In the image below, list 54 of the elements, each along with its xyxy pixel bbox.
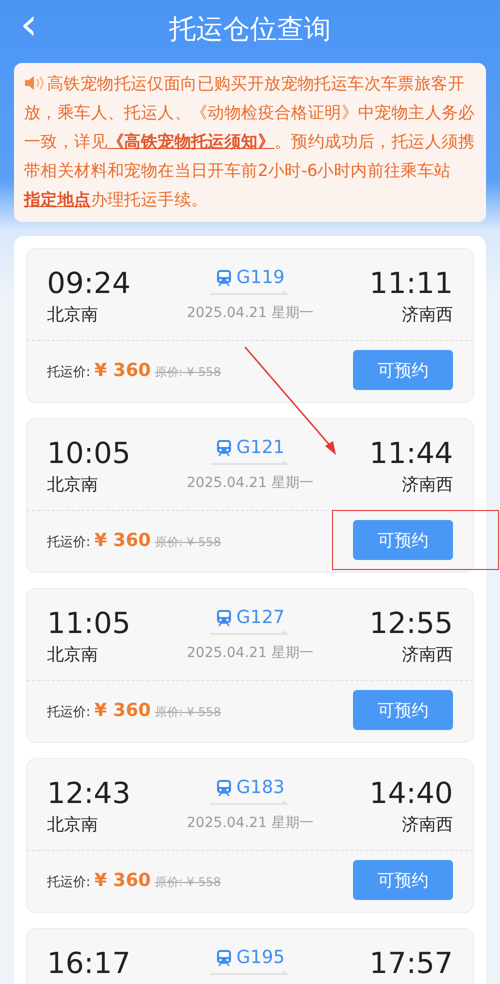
travel-date: 2025.04.21 星期一 [186,814,314,832]
book-button[interactable]: 可预约 [353,690,453,730]
price: ¥ 360 [94,700,151,720]
train-number: G195 [236,947,285,968]
notice-link[interactable]: 指定地点 [24,190,91,209]
book-button[interactable]: 可预约 [353,860,453,900]
arrival-station: 济南西 [402,814,453,836]
travel-date: 2025.04.21 星期一 [186,474,314,492]
original-price: 原价: ¥ 558 [154,704,221,720]
price-label: 托运价: [47,874,90,890]
arrival-station: 济南西 [402,644,453,666]
price: ¥ 360 [94,530,151,550]
book-button[interactable]: 可预约 [353,520,453,560]
train-number: G121 [236,437,285,458]
price-label: 托运价: [47,534,90,550]
train-icon [215,268,234,286]
train-icon [215,948,234,966]
arrival-time: 12:55 [369,605,453,641]
departure-station: 北京南 [47,474,99,496]
train-number: G183 [236,777,285,798]
original-price: 原价: ¥ 558 [154,534,221,550]
arrival-time: 11:11 [369,265,453,301]
book-button[interactable]: 可预约 [353,350,453,390]
train-icon [215,438,234,456]
train-number: G127 [236,607,285,628]
train-icon [215,608,234,626]
notice-text: 高铁宠物托运仅面向已购买开放宠物托运车次车票旅客开放，乘车人、托运人、《动物检疫合格证明》中宠物主人务必一致，详见《高铁宠物托运须知》。预约成功后，托运人须携带相关材料和宠物在当日开车前2小时-6小时内前往乘车站 指定地点办理托运手续。 [24,73,476,211]
price-label: 托运价: [47,364,90,380]
departure-time: 11:05 [47,605,131,641]
departure-time: 16:17 [47,945,131,981]
arrival-time: 14:40 [369,775,453,811]
departure-station: 北京南 [47,304,99,326]
departure-time: 09:24 [47,265,131,301]
original-price: 原价: ¥ 558 [154,874,221,890]
arrival-station: 济南西 [402,304,453,326]
departure-time: 10:05 [47,435,131,471]
departure-time: 12:43 [47,775,131,811]
price-label: 托运价: [47,704,90,720]
departure-station: 北京南 [47,644,99,666]
notice-link[interactable]: 《高铁宠物托运须知》 [108,132,275,151]
price: ¥ 360 [94,360,151,380]
price: ¥ 360 [94,870,151,890]
original-price: 原价: ¥ 558 [154,364,221,380]
speaker-icon [24,75,44,91]
arrival-time: 11:44 [369,435,453,471]
page-title: 托运仓位查询 [169,13,331,47]
travel-date: 2025.04.21 星期一 [186,304,314,322]
train-number: G119 [236,267,285,288]
travel-date: 2025.04.21 星期一 [186,644,314,662]
departure-station: 北京南 [47,814,99,836]
arrival-time: 17:57 [369,945,453,981]
back-button[interactable]: ‹ [20,0,38,50]
train-icon [215,778,234,796]
arrival-station: 济南西 [402,474,453,496]
